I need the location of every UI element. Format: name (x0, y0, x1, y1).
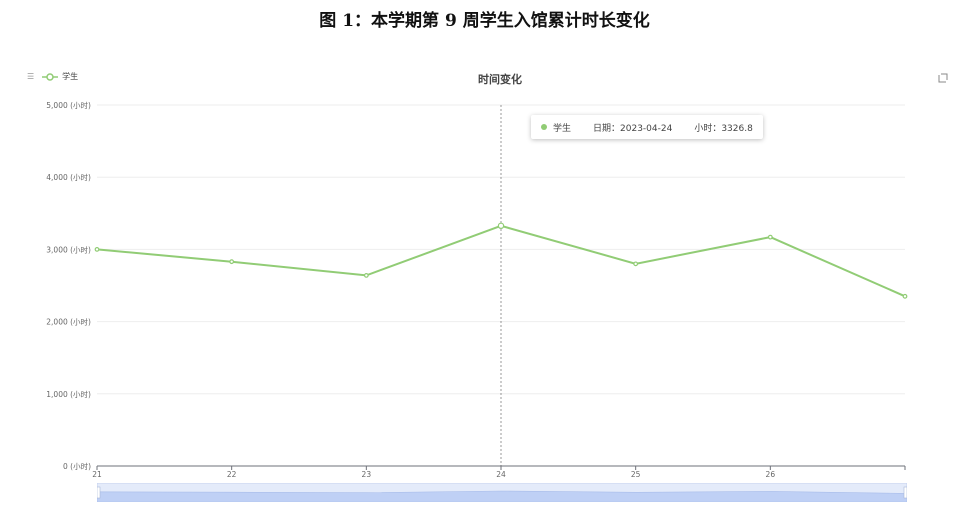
x-tick-label: 25 (631, 470, 641, 479)
data-zoom-handle-left (97, 486, 101, 499)
data-point (633, 261, 639, 267)
data-zoom-handle-right (903, 486, 907, 499)
y-tick-label: 0 (小时) (63, 461, 91, 471)
data-point (94, 246, 100, 252)
data-zoom-shadow (97, 490, 907, 502)
x-tick-label: 21 (92, 470, 102, 479)
tooltip-date: 日期：2023-04-24 (593, 123, 673, 134)
data-point (363, 272, 369, 278)
x-tick-label: 23 (362, 470, 372, 479)
y-tick-label: 3,000 (小时) (46, 244, 91, 254)
line-chart: 0 (小时) 1,000 (小时) 2,000 (小时) 3,000 (小时) 4,00… (46, 100, 908, 479)
tooltip-series-dot (541, 124, 547, 130)
y-tick-label: 5,000 (小时) (46, 100, 91, 110)
tooltip-series-name: 学生 (553, 123, 572, 134)
data-point (902, 293, 908, 299)
data-point (767, 234, 773, 240)
chart-tooltip: 学生 日期：2023-04-24 小时：3326.8 (531, 115, 763, 139)
x-tick-label: 22 (227, 470, 237, 479)
data-point (497, 222, 505, 230)
tooltip-value: 小时：3326.8 (694, 123, 753, 134)
x-tick-label: 26 (766, 470, 776, 479)
data-point (229, 259, 235, 265)
y-tick-label: 1,000 (小时) (46, 389, 91, 399)
y-axis-ticks: 0 (小时) 1,000 (小时) 2,000 (小时) 3,000 (小时) 4,00… (46, 100, 91, 471)
y-tick-label: 2,000 (小时) (46, 317, 91, 327)
x-axis: 21 22 23 24 25 26 (92, 465, 906, 479)
y-tick-label: 4,000 (小时) (46, 172, 91, 182)
data-zoom-slider[interactable] (97, 483, 907, 502)
x-tick-label: 24 (496, 470, 506, 479)
